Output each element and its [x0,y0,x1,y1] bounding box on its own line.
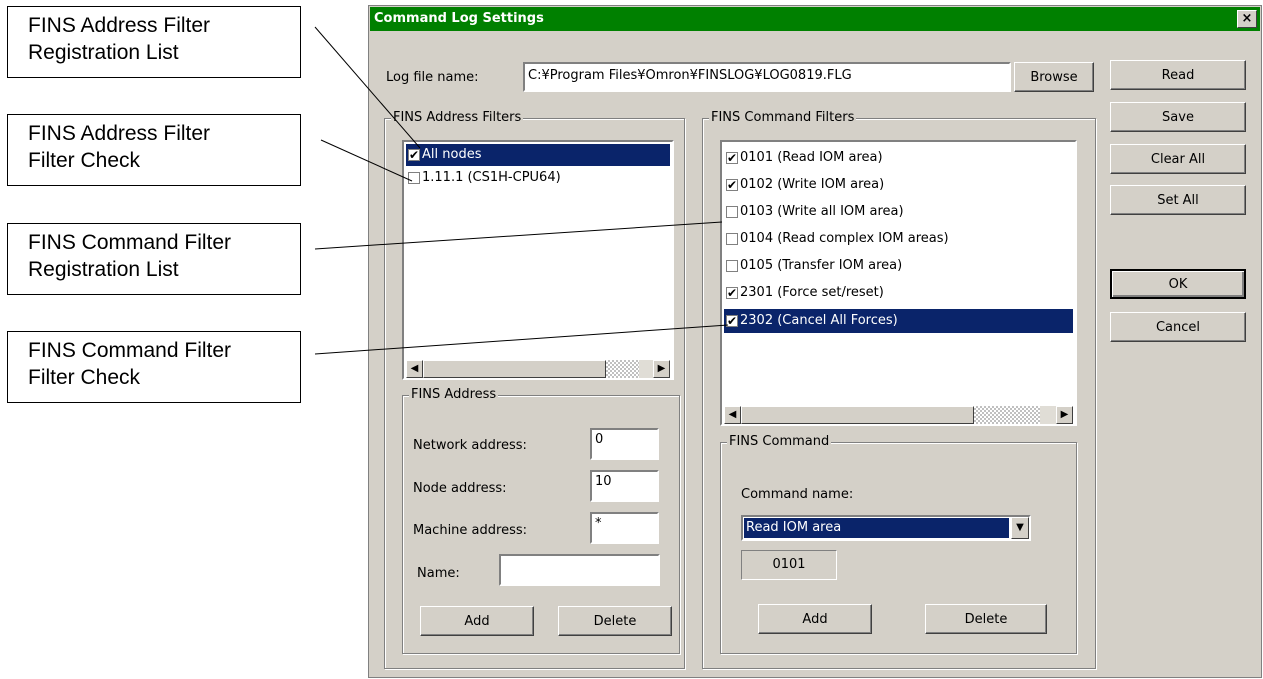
scroll-track[interactable] [974,406,1040,424]
address-filters-title: FINS Address Filters [391,110,524,125]
list-item[interactable]: ✔ 2301 (Force set/reset) [724,282,1073,304]
scroll-track[interactable] [606,360,639,378]
command-name-value: Read IOM area [743,517,1010,539]
callout-line: FINS Command Filter [28,339,232,362]
address-filter-list[interactable]: ✔ All nodes 1.11.1 (CS1H-CPU64) ◀ ▶ [402,140,674,380]
delete-address-button[interactable]: Delete [558,606,672,636]
close-button[interactable]: × [1237,10,1257,28]
callout-line: FINS Command Filter [28,231,232,254]
command-list-horizontal-scrollbar[interactable]: ◀ ▶ [724,406,1073,424]
fins-address-group: FINS Address Network address: 0 Node add… [402,387,680,654]
address-list-horizontal-scrollbar[interactable]: ◀ ▶ [406,360,670,378]
list-item[interactable]: ✔ 2302 (Cancel All Forces) [724,309,1073,333]
callout-line: FINS Address Filter [28,14,211,37]
scroll-thumb[interactable] [423,360,606,378]
checkbox-checked-icon[interactable]: ✔ [726,315,738,327]
name-label: Name: [417,566,460,581]
list-item[interactable]: 0105 (Transfer IOM area) [724,255,1073,277]
address-filter-label: 1.11.1 (CS1H-CPU64) [422,170,561,185]
browse-button[interactable]: Browse [1014,62,1094,92]
checkbox-unchecked-icon[interactable] [408,172,420,184]
checkbox-unchecked-icon[interactable] [726,233,738,245]
callout-command-registration-list: FINS Command Filter Registration List [7,223,301,295]
address-filter-label: All nodes [422,147,482,162]
name-input[interactable] [499,554,660,586]
callout-address-filter-check: FINS Address Filter Filter Check [7,114,301,186]
ok-button[interactable]: OK [1110,269,1246,299]
scroll-right-icon[interactable]: ▶ [653,360,670,378]
command-filter-label: 0104 (Read complex IOM areas) [740,231,949,246]
scroll-right-icon[interactable]: ▶ [1056,406,1073,424]
address-filters-group: FINS Address Filters ✔ All nodes 1.11.1 … [384,110,685,669]
log-file-label: Log file name: [386,70,479,85]
scroll-thumb[interactable] [741,406,974,424]
command-filter-list[interactable]: ✔ 0101 (Read IOM area) ✔ 0102 (Write IOM… [720,140,1077,426]
title-bar: Command Log Settings × [370,7,1260,31]
fins-address-title: FINS Address [409,387,499,402]
checkbox-unchecked-icon[interactable] [726,206,738,218]
command-name-dropdown[interactable]: Read IOM area ▼ [741,515,1031,541]
callout-command-filter-check: FINS Command Filter Filter Check [7,331,301,403]
network-address-input[interactable]: 0 [590,428,659,460]
node-address-input[interactable]: 10 [590,470,659,502]
list-item[interactable]: 0104 (Read complex IOM areas) [724,228,1073,250]
add-command-button[interactable]: Add [758,604,872,634]
checkbox-checked-icon[interactable]: ✔ [408,149,420,161]
checkbox-checked-icon[interactable]: ✔ [726,179,738,191]
add-address-button[interactable]: Add [420,606,534,636]
read-button[interactable]: Read [1110,60,1246,90]
list-item[interactable]: 0103 (Write all IOM area) [724,201,1073,223]
chevron-down-icon[interactable]: ▼ [1011,517,1029,539]
callout-line: FINS Address Filter [28,122,211,145]
log-file-input[interactable]: C:¥Program Files¥Omron¥FINSLOG¥LOG0819.F… [523,62,1011,92]
command-filter-label: 0102 (Write IOM area) [740,177,885,192]
list-item[interactable]: ✔ All nodes [406,144,670,166]
command-filter-label: 0105 (Transfer IOM area) [740,258,903,273]
command-log-settings-dialog: Command Log Settings × Log file name: C:… [368,5,1262,678]
command-code-display: 0101 [741,550,837,580]
scroll-left-icon[interactable]: ◀ [724,406,741,424]
fins-command-group: FINS Command Command name: Read IOM area… [720,434,1077,654]
machine-address-label: Machine address: [413,523,528,538]
command-name-label: Command name: [741,487,854,502]
list-item[interactable]: 1.11.1 (CS1H-CPU64) [406,167,670,189]
node-address-label: Node address: [413,481,507,496]
delete-command-button[interactable]: Delete [925,604,1047,634]
list-item[interactable]: ✔ 0102 (Write IOM area) [724,174,1073,196]
callout-line: Filter Check [28,149,141,172]
clear-all-button[interactable]: Clear All [1110,144,1246,174]
command-filter-label: 0103 (Write all IOM area) [740,204,904,219]
command-filter-label: 0101 (Read IOM area) [740,150,883,165]
scroll-left-icon[interactable]: ◀ [406,360,423,378]
command-filter-label: 2302 (Cancel All Forces) [740,313,898,328]
callout-line: Registration List [28,41,179,64]
dialog-title: Command Log Settings [374,11,544,26]
list-item[interactable]: ✔ 0101 (Read IOM area) [724,147,1073,169]
fins-command-title: FINS Command [727,434,832,449]
checkbox-checked-icon[interactable]: ✔ [726,152,738,164]
network-address-label: Network address: [413,438,527,453]
callout-address-registration-list: FINS Address Filter Registration List [7,6,301,78]
checkbox-checked-icon[interactable]: ✔ [726,287,738,299]
command-filter-label: 2301 (Force set/reset) [740,285,884,300]
close-icon: × [1241,11,1253,26]
callout-line: Filter Check [28,366,141,389]
command-filters-group: FINS Command Filters ✔ 0101 (Read IOM ar… [702,110,1096,669]
set-all-button[interactable]: Set All [1110,185,1246,215]
checkbox-unchecked-icon[interactable] [726,260,738,272]
save-button[interactable]: Save [1110,102,1246,132]
command-filters-title: FINS Command Filters [709,110,857,125]
callout-line: Registration List [28,258,179,281]
cancel-button[interactable]: Cancel [1110,312,1246,342]
machine-address-input[interactable]: * [590,512,659,544]
